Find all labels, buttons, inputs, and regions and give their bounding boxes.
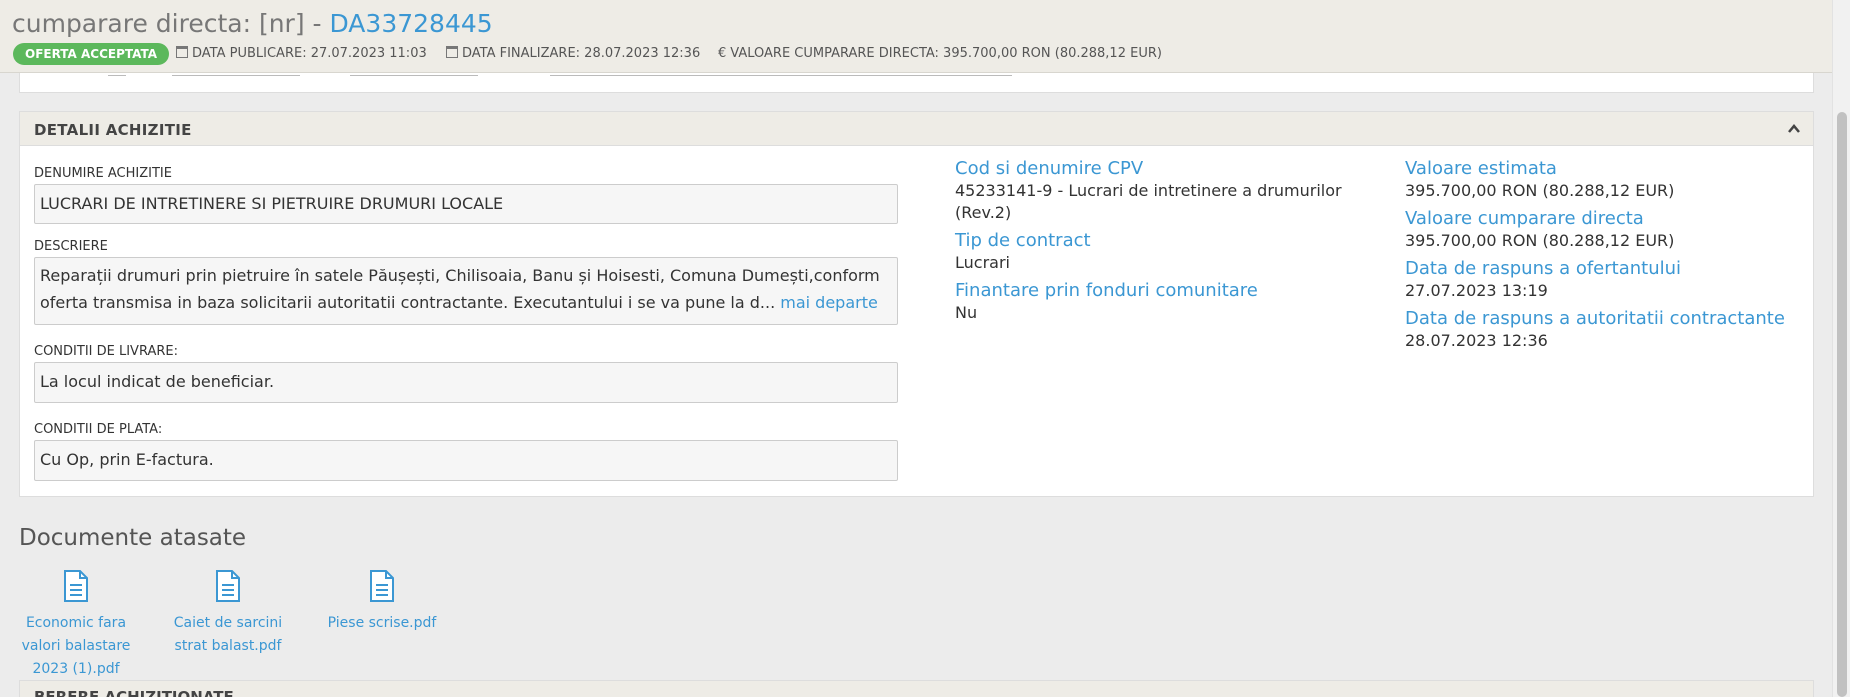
page-header: cumparare directa: [nr] - DA33728445 OFE…	[0, 0, 1832, 73]
calendar-icon	[446, 46, 458, 58]
calendar-icon	[176, 46, 188, 58]
document-link[interactable]: Piese scrise.pdf	[322, 570, 442, 635]
document-link[interactable]: Economic fara valori balastare 2023 (1).…	[16, 570, 136, 681]
eu-funding-value: Nu	[955, 303, 978, 322]
payment-conditions-field: Cu Op, prin E-factura.	[34, 440, 898, 481]
procurement-code: DA33728445	[329, 9, 493, 38]
publication-date-text: DATA PUBLICARE: 27.07.2023 11:03	[192, 46, 427, 61]
title-prefix: cumparare directa: [nr] -	[12, 9, 330, 38]
delivery-conditions-field: La locul indicat de beneficiar.	[34, 362, 898, 403]
acquisition-name-label: DENUMIRE ACHIZITIE	[34, 166, 172, 181]
publication-date: DATA PUBLICARE: 27.07.2023 11:03	[176, 46, 427, 61]
read-more-link[interactable]: mai departe	[780, 293, 878, 312]
contract-type-value: Lucrari	[955, 253, 1010, 272]
next-panel-header: BERERE ACHIZITIONATE	[19, 680, 1814, 697]
document-name[interactable]: Piese scrise.pdf	[322, 612, 442, 635]
page-title: cumparare directa: [nr] - DA33728445	[12, 9, 493, 38]
authority-response-date-label: Data de raspuns a autoritatii contractan…	[1405, 308, 1785, 329]
panel-header: DETALII ACHIZITIE	[20, 112, 1813, 146]
contract-info-column: Cod si denumire CPV 45233141-9 - Lucrari …	[955, 158, 1345, 330]
document-link[interactable]: Caiet de sarcini strat balast.pdf	[168, 570, 288, 658]
cpv-value: 45233141-9 - Lucrari de intretinere a dr…	[955, 181, 1342, 222]
cpv-label: Cod si denumire CPV	[955, 158, 1144, 179]
bidder-response-date: 27.07.2023 13:19	[1405, 281, 1548, 300]
status-badge: OFERTA ACCEPTATA	[13, 43, 170, 65]
eu-funding-label: Finantare prin fonduri comunitare	[955, 280, 1258, 301]
chevron-up-icon[interactable]	[1787, 122, 1801, 136]
attached-documents-title: Documente atasate	[19, 525, 247, 551]
direct-purchase-value-amount: 395.700,00 RON (80.288,12 EUR)	[1405, 231, 1675, 250]
acquisition-name-field: LUCRARI DE INTRETINERE SI PIETRUIRE DRUM…	[34, 184, 898, 224]
field-fragment	[172, 73, 300, 76]
authority-response-date: 28.07.2023 12:36	[1405, 331, 1548, 350]
field-fragment	[350, 73, 478, 76]
document-icon	[215, 570, 241, 602]
document-name[interactable]: Caiet de sarcini strat balast.pdf	[168, 612, 288, 658]
previous-panel-fragment	[19, 73, 1814, 93]
direct-purchase-value: € VALOARE CUMPARARE DIRECTA: 395.700,00 R…	[718, 46, 1162, 61]
document-name[interactable]: Economic fara valori balastare 2023 (1).…	[16, 612, 136, 681]
completion-date-text: DATA FINALIZARE: 28.07.2023 12:36	[462, 46, 701, 61]
next-panel-title: BERERE ACHIZITIONATE	[34, 688, 234, 697]
estimated-value: 395.700,00 RON (80.288,12 EUR)	[1405, 181, 1675, 200]
document-icon	[63, 570, 89, 602]
description-label: DESCRIERE	[34, 239, 108, 254]
field-fragment	[550, 73, 1012, 76]
contract-type-label: Tip de contract	[955, 230, 1091, 251]
document-icon	[369, 570, 395, 602]
direct-purchase-value-text: VALOARE CUMPARARE DIRECTA: 395.700,00 RO…	[730, 46, 1162, 61]
vertical-scrollbar[interactable]	[1832, 0, 1850, 697]
description-text: Reparații drumuri prin pietruire în sate…	[40, 266, 880, 312]
direct-purchase-value-label: Valoare cumparare directa	[1405, 208, 1644, 229]
completion-date: DATA FINALIZARE: 28.07.2023 12:36	[446, 46, 700, 61]
field-fragment	[108, 73, 126, 76]
value-info-column: Valoare estimata 395.700,00 RON (80.288,1…	[1405, 158, 1805, 358]
acquisition-details-panel: DETALII ACHIZITIE DENUMIRE ACHIZITIE LUC…	[19, 111, 1814, 497]
panel-title: DETALII ACHIZITIE	[34, 121, 192, 139]
scrollbar-thumb[interactable]	[1837, 112, 1847, 697]
payment-conditions-label: CONDITII DE PLATA:	[34, 422, 163, 437]
delivery-conditions-label: CONDITII DE LIVRARE:	[34, 344, 178, 359]
estimated-value-label: Valoare estimata	[1405, 158, 1557, 179]
euro-icon: €	[718, 46, 727, 61]
description-field: Reparații drumuri prin pietruire în sate…	[34, 257, 898, 325]
bidder-response-date-label: Data de raspuns a ofertantului	[1405, 258, 1682, 279]
